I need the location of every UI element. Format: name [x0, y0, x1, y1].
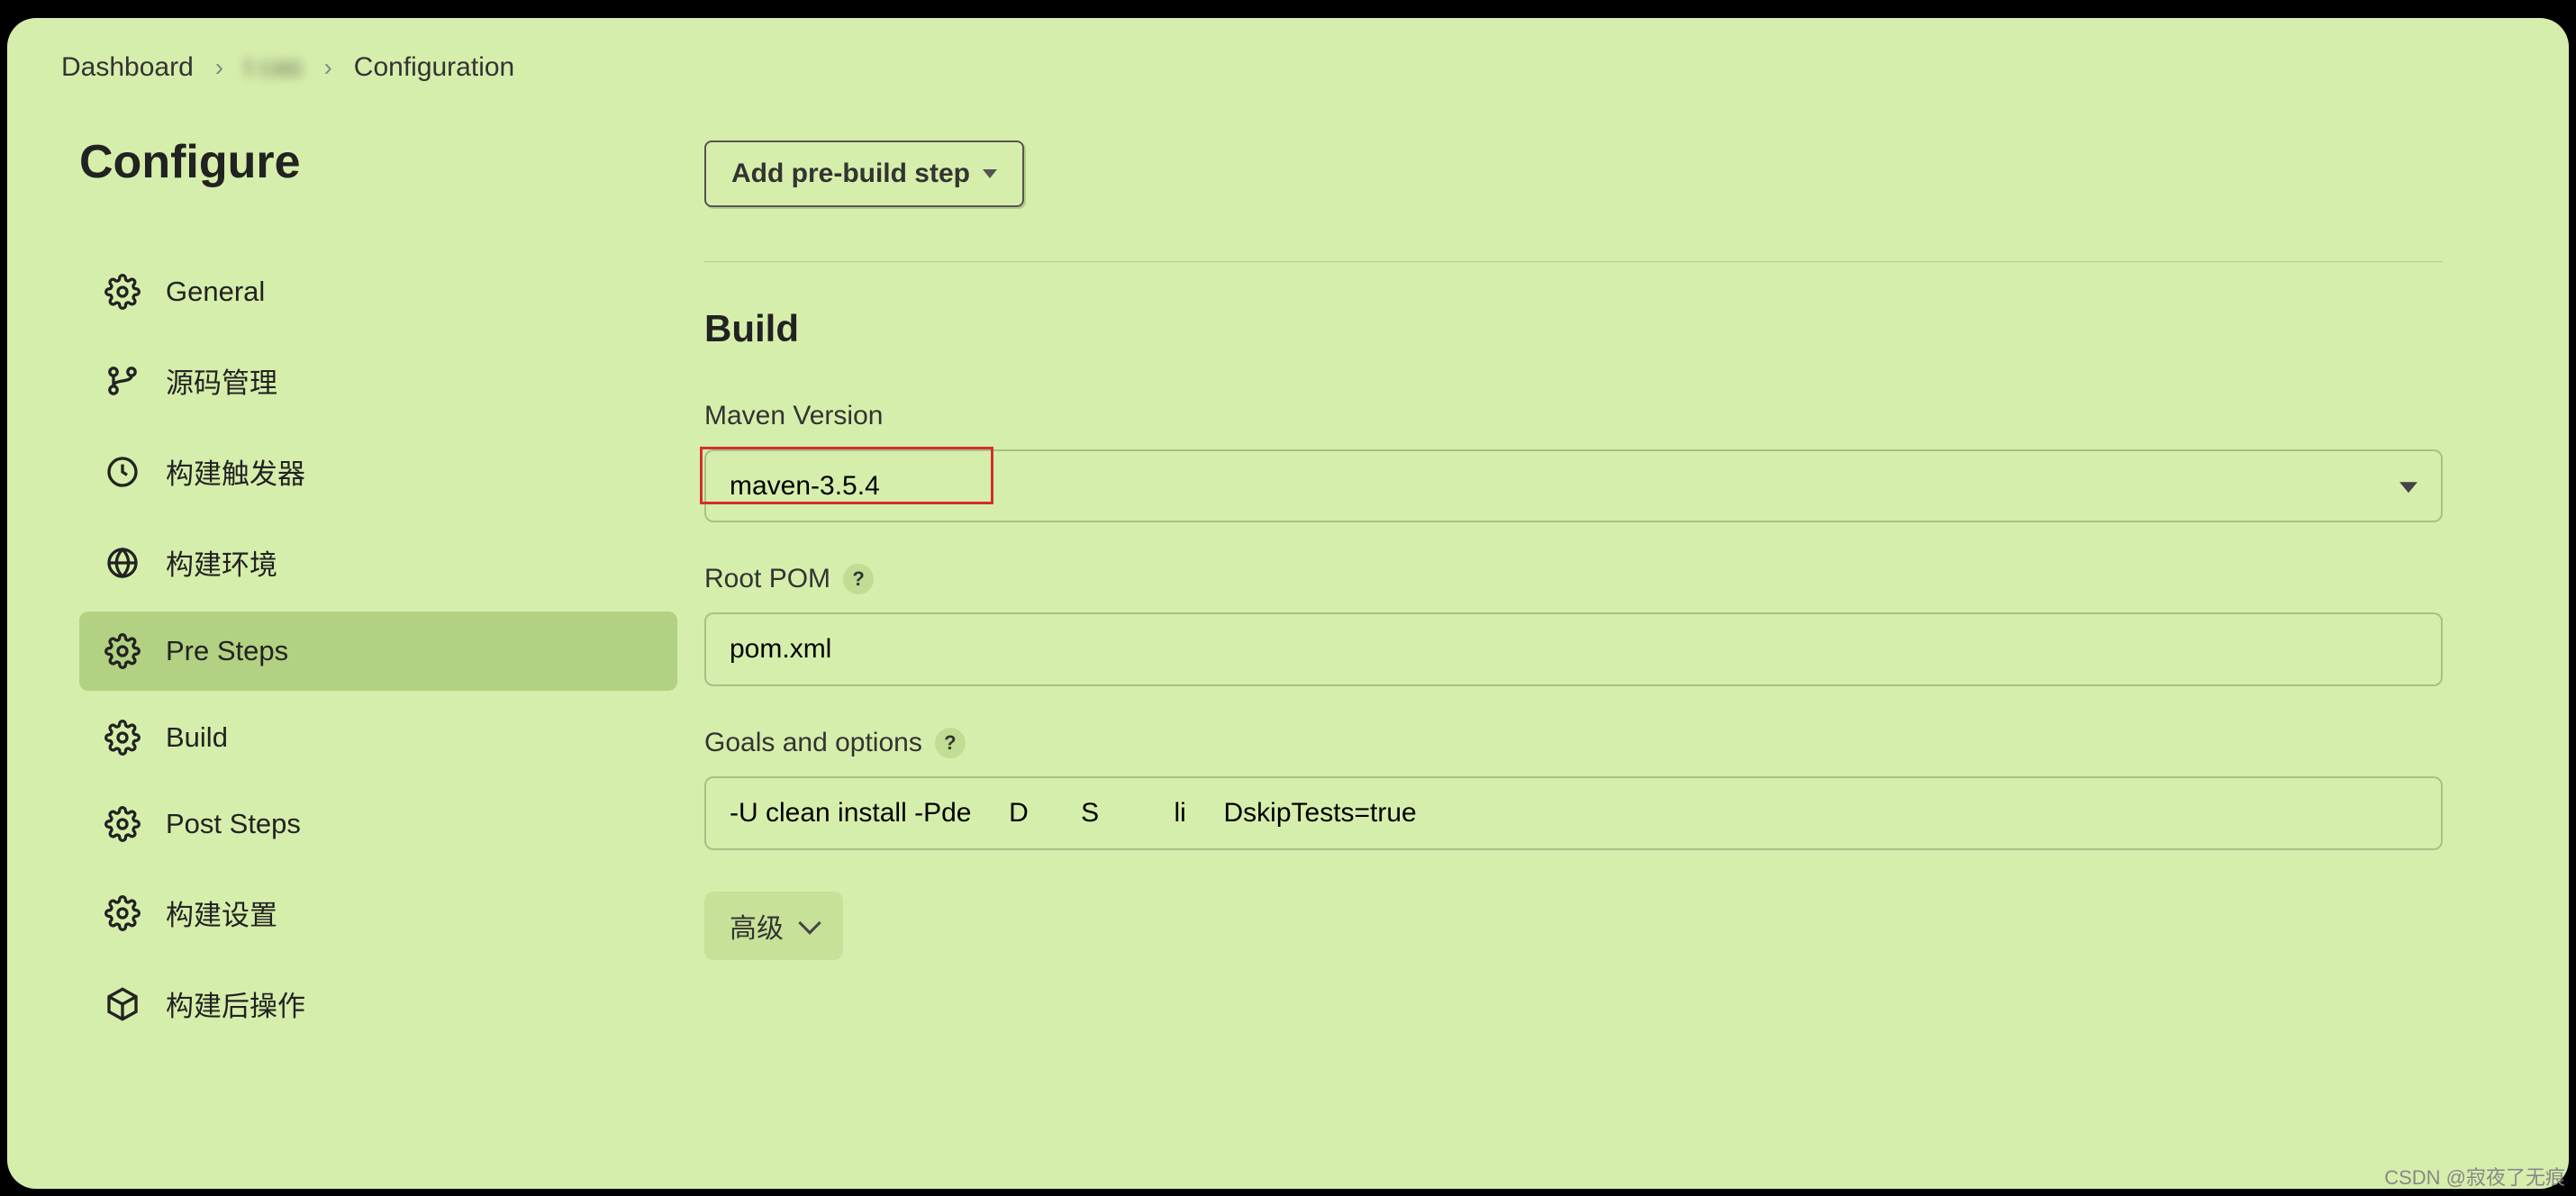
advanced-button[interactable]: 高级	[704, 892, 843, 960]
sidebar-item-general[interactable]: General	[79, 252, 677, 331]
maven-version-select-wrapper: maven-3.5.4	[704, 449, 2443, 522]
sidebar: Configure General 源码管理	[79, 135, 677, 1046]
sidebar-item-label: Post Steps	[166, 808, 301, 840]
goals-input-wrapper	[704, 776, 2443, 892]
gear-icon	[104, 633, 141, 669]
help-icon[interactable]: ?	[843, 564, 874, 594]
breadcrumb-item-dashboard[interactable]: Dashboard	[61, 52, 194, 83]
caret-down-icon	[983, 169, 997, 178]
maven-version-select[interactable]: maven-3.5.4	[704, 449, 2443, 522]
gear-icon	[104, 720, 141, 756]
gear-icon	[104, 806, 141, 842]
button-label: Add pre-build step	[731, 159, 970, 189]
watermark: CSDN @寂夜了无痕	[2384, 1162, 2565, 1191]
package-icon	[104, 986, 141, 1022]
goals-label: Goals and options	[704, 728, 922, 758]
divider	[704, 261, 2443, 262]
sidebar-item-label: 构建环境	[166, 542, 277, 583]
breadcrumb: Dashboard › t cas › Configuration	[7, 18, 2569, 108]
app-window: Dashboard › t cas › Configuration Config…	[7, 18, 2569, 1189]
build-section-heading: Build	[704, 307, 2443, 350]
goals-options-input[interactable]	[704, 776, 2443, 850]
breadcrumb-item-configuration[interactable]: Configuration	[354, 52, 514, 83]
root-pom-input[interactable]	[704, 612, 2443, 686]
sidebar-item-env[interactable]: 构建环境	[79, 521, 677, 604]
button-label: 高级	[730, 906, 784, 946]
sidebar-item-build[interactable]: Build	[79, 698, 677, 777]
sidebar-item-scm[interactable]: 源码管理	[79, 339, 677, 422]
globe-icon	[104, 545, 141, 581]
maven-version-label: Maven Version	[704, 401, 883, 431]
chevron-right-icon: ›	[215, 53, 223, 82]
sidebar-item-poststeps[interactable]: Post Steps	[79, 784, 677, 864]
sidebar-item-label: General	[166, 276, 265, 308]
branch-icon	[104, 363, 141, 399]
sidebar-item-triggers[interactable]: 构建触发器	[79, 430, 677, 513]
sidebar-item-label: 构建触发器	[166, 451, 305, 492]
chevron-right-icon: ›	[323, 53, 331, 82]
sidebar-item-settings[interactable]: 构建设置	[79, 871, 677, 955]
breadcrumb-item-project[interactable]: t cas	[245, 52, 302, 83]
clock-icon	[104, 454, 141, 490]
help-icon[interactable]: ?	[935, 728, 966, 758]
sidebar-item-label: Pre Steps	[166, 635, 288, 667]
sidebar-item-presteps[interactable]: Pre Steps	[79, 612, 677, 691]
sidebar-item-label: 源码管理	[166, 360, 277, 401]
root-pom-label: Root POM	[704, 564, 830, 594]
sidebar-item-label: 构建设置	[166, 892, 277, 933]
chevron-down-icon	[798, 911, 821, 934]
main-content: Add pre-build step Build Maven Version m…	[704, 135, 2515, 1046]
gear-icon	[104, 274, 141, 310]
sidebar-item-label: 构建后操作	[166, 983, 305, 1024]
add-prebuild-step-button[interactable]: Add pre-build step	[704, 140, 1024, 207]
page-title: Configure	[79, 135, 677, 189]
sidebar-nav: General 源码管理 构建触发器	[79, 252, 677, 1046]
sidebar-item-postactions[interactable]: 构建后操作	[79, 962, 677, 1046]
gear-icon	[104, 895, 141, 931]
sidebar-item-label: Build	[166, 721, 228, 754]
